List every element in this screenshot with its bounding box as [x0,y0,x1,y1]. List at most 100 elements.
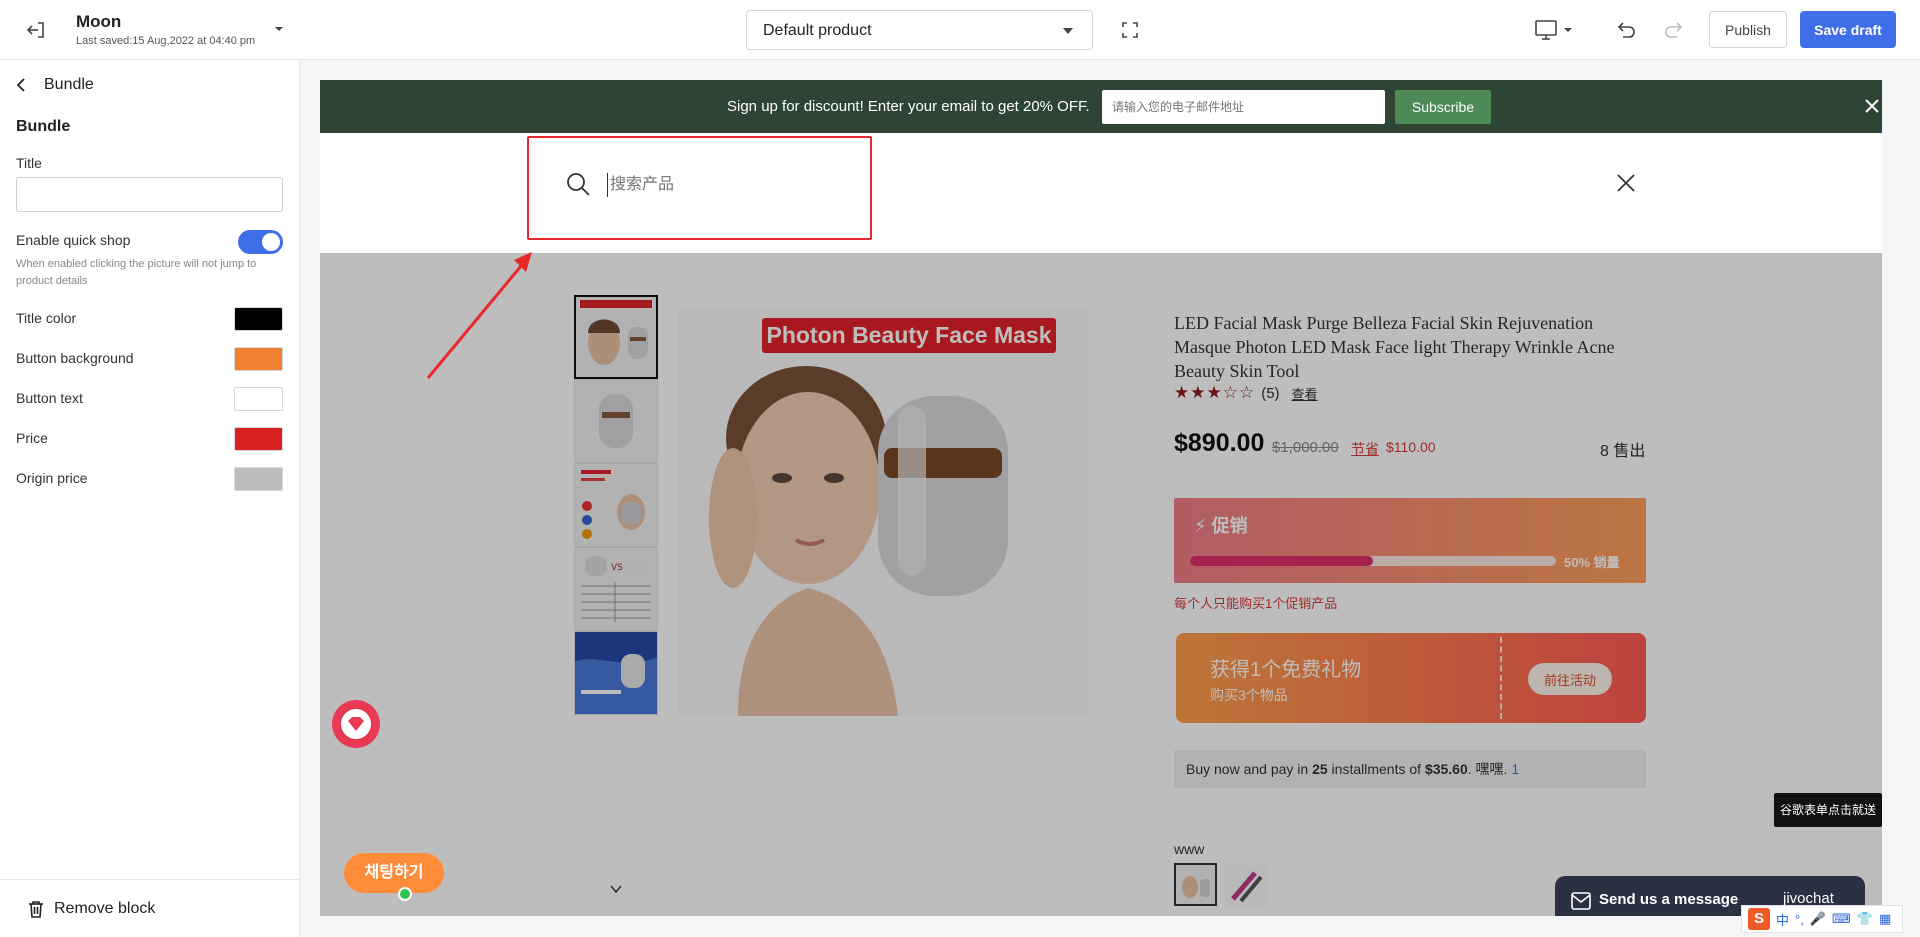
rewards-button[interactable] [332,700,380,748]
price-label: Price [16,430,48,446]
button-text-swatch[interactable] [234,387,283,411]
product-thumbnail[interactable]: VS [574,547,658,631]
exit-icon[interactable] [24,18,48,42]
close-icon[interactable] [1863,97,1881,115]
ime-punctuation: °, [1795,911,1804,927]
product-section: VS Photon Beauty Face Mask LED Facial Ma… [320,253,1882,916]
toggle-knob [262,233,280,251]
lightning-icon: ⚡ [1194,516,1207,536]
mask-thumbnail-image [599,394,633,448]
title-input[interactable] [16,177,283,212]
gem-icon [341,709,371,739]
promo-bar: Sign up for discount! Enter your email t… [320,80,1882,133]
variant-option[interactable] [1174,863,1217,906]
origin-price-swatch[interactable] [234,467,283,491]
keyboard-icon: ⌨ [1832,911,1851,926]
price-swatch[interactable] [234,427,283,451]
product-thumbnail[interactable] [574,631,658,715]
title-color-swatch[interactable] [234,307,283,331]
close-icon[interactable] [1615,172,1637,194]
installments-amount: $35.60 [1424,761,1468,777]
site-menu-caret-icon[interactable] [274,24,284,34]
google-form-tooltip[interactable]: 谷歌表单点击就送 [1774,793,1882,827]
variant-option[interactable] [1225,863,1268,906]
button-background-label: Button background [16,350,134,366]
sold-count: 8 售出 [1600,443,1646,460]
microphone-icon: 🎤 [1809,911,1827,926]
installments-info: Buy now and pay in 25 installments of $3… [1174,750,1646,788]
promo-text: Sign up for discount! Enter your email t… [727,98,1090,115]
flash-sale-text: 促销 [1211,516,1248,536]
section-heading: Bundle [16,118,71,135]
rating-stars-icon: ★★★☆☆ [1174,383,1256,402]
fullscreen-icon[interactable] [1120,20,1140,40]
template-select[interactable]: Default product [746,10,1093,50]
korean-chat-button[interactable]: 채팅하기 [344,853,444,901]
promo-email-input[interactable] [1102,90,1385,124]
installments-link[interactable]: 1 [1511,761,1519,777]
original-price: $1,000.00 [1272,439,1339,456]
product-thumbnail[interactable] [574,379,658,463]
flash-sale-banner: ⚡ 促销 50% 销量 [1174,498,1646,583]
variant-image [1231,871,1263,903]
site-info: Moon Last saved:15 Aug,2022 at 04:40 pm [76,12,255,47]
title-label: Title [16,155,42,171]
product-thumbnail[interactable] [574,463,658,547]
subscribe-button[interactable]: Subscribe [1395,90,1491,124]
back-label: Bundle [44,76,94,93]
chevron-left-icon [16,78,25,92]
product-thumbnail[interactable] [574,295,658,379]
purchase-limit-note: 每个人只能购买1个促销产品 [1174,596,1338,611]
save-draft-button[interactable]: Save draft [1800,11,1896,48]
korean-chat-label: 채팅하기 [364,864,424,881]
template-select-value: Default product [763,22,872,39]
undo-icon[interactable] [1614,18,1638,42]
product-price: $890.00 [1174,429,1265,457]
remove-block-button[interactable]: Remove block [0,879,299,937]
envelope-icon [1571,892,1591,910]
editor-topbar: Moon Last saved:15 Aug,2022 at 04:40 pm … [0,0,1920,60]
sale-progress-fill [1190,556,1373,566]
sale-progress-track [1190,556,1556,566]
flash-sale-label: ⚡ 促销 [1194,512,1248,538]
go-to-activity-button[interactable]: 前往活动 [1528,663,1612,695]
jivochat-message-text: Send us a message [1599,891,1739,908]
main-product-image[interactable]: Photon Beauty Face Mask [678,308,1089,716]
installments-count: 25 [1312,761,1328,777]
remove-block-label: Remove block [54,899,156,917]
sale-progress-text: 50% 销量 [1564,555,1620,570]
view-reviews-link[interactable]: 查看 [1292,384,1318,403]
redo-icon[interactable] [1662,18,1686,42]
chevron-down-icon [1063,28,1073,34]
chevron-down-icon[interactable] [609,884,623,894]
quick-shop-help: When enabled clicking the picture will n… [16,258,257,287]
back-to-bundle[interactable]: Bundle [16,76,94,94]
search-icon [567,173,590,196]
ime-toolbar[interactable]: S 中 °, 🎤 ⌨ 👕 ▦ [1741,905,1903,933]
settings-sidebar: Bundle Bundle Title Enable quick shop Wh… [0,60,300,937]
last-saved-text: Last saved:15 Aug,2022 at 04:40 pm [76,35,256,47]
installments-mid: installments of [1327,761,1425,777]
button-background-swatch[interactable] [234,347,283,371]
gift-title: 获得1个免费礼物 [1210,659,1362,681]
origin-price-label: Origin price [16,470,88,486]
face-mask-thumbnail-image [580,300,652,365]
color-modes-thumbnail-image [581,470,645,539]
variant-image [1182,876,1210,898]
variant-label: www [1174,841,1205,857]
coupon-divider [1500,637,1502,719]
annotation-arrow-icon [426,252,532,379]
desktop-device-icon[interactable] [1534,18,1576,42]
title-color-label: Title color [16,310,77,326]
search-input[interactable] [607,173,847,197]
skin-icon: 👕 [1856,911,1873,926]
publish-button[interactable]: Publish [1709,11,1787,48]
save-amount: $110.00 [1386,439,1436,455]
button-text-label: Button text [16,390,83,406]
quick-shop-toggle[interactable] [238,230,283,254]
quick-shop-label: Enable quick shop [16,232,131,248]
trash-icon [29,900,43,918]
sogou-icon: S [1748,908,1770,930]
grid-menu-icon: ▦ [1878,911,1892,926]
product-title: LED Facial Mask Purge Belleza Facial Ski… [1174,313,1615,381]
